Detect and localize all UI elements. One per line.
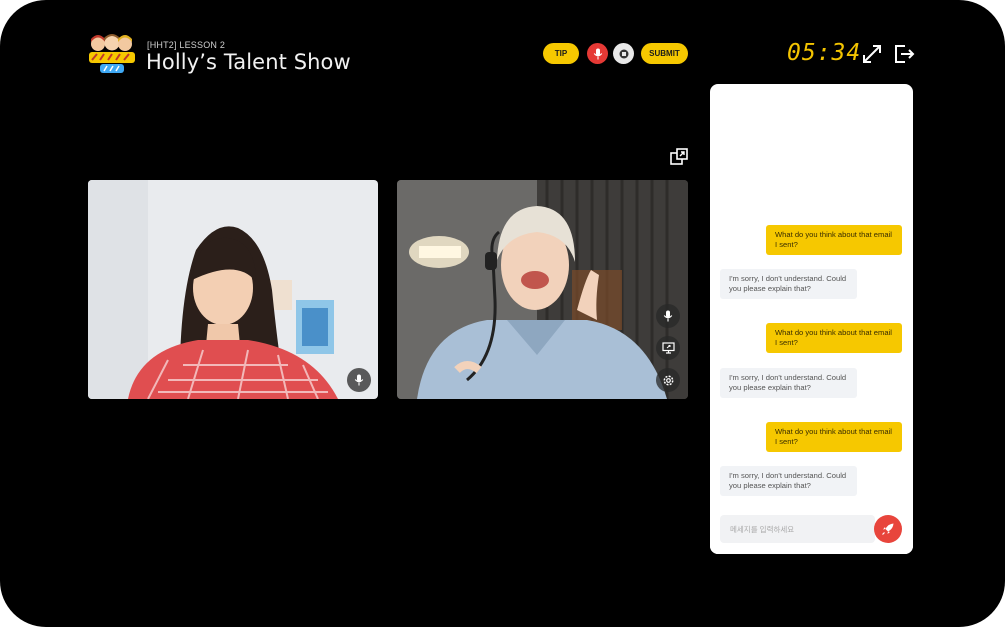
record-mic-button[interactable] (587, 43, 608, 64)
exit-button[interactable] (892, 42, 916, 66)
settings-button[interactable] (656, 368, 680, 392)
pop-out-button[interactable] (669, 147, 689, 167)
page-title: Holly’s Talent Show (146, 50, 351, 74)
screen-share-icon (661, 342, 675, 354)
chat-message-bot: I'm sorry, I don't understand. Could you… (720, 269, 857, 299)
screen-share-button[interactable] (656, 336, 680, 360)
microphone-icon (354, 374, 364, 386)
lesson-tag: [HHT2] LESSON 2 (147, 40, 226, 50)
microphone-icon (663, 310, 673, 322)
fullscreen-button[interactable] (860, 42, 884, 66)
chat-message-bot: I'm sorry, I don't understand. Could you… (720, 368, 857, 398)
countdown-timer: 05:34 (787, 40, 862, 66)
rocket-icon (882, 523, 894, 535)
submit-button[interactable]: SUBMIT (641, 43, 688, 64)
teacher-video-frame (397, 180, 688, 399)
chat-panel: What do you think about that email I sen… (710, 84, 913, 554)
student-mic-button[interactable] (347, 368, 371, 392)
chat-message-user: What do you think about that email I sen… (766, 323, 902, 353)
exit-door-icon (895, 45, 915, 63)
app-window: [HHT2] LESSON 2 Holly’s Talent Show TIP … (0, 0, 1005, 627)
student-video-frame (88, 180, 378, 399)
tip-button[interactable]: TIP (543, 43, 579, 64)
teacher-mic-button[interactable] (656, 304, 680, 328)
teacher-video (397, 180, 688, 399)
student-video (88, 180, 378, 399)
stop-icon (619, 49, 628, 58)
chat-message-user: What do you think about that email I sen… (766, 422, 902, 452)
stop-button[interactable] (613, 43, 634, 64)
gear-icon (663, 375, 673, 385)
chat-message-user: What do you think about that email I sen… (766, 225, 902, 255)
chat-message-bot: I'm sorry, I don't understand. Could you… (720, 466, 857, 496)
holly-hodge-logo (86, 33, 138, 75)
expand-arrows-icon (863, 45, 881, 63)
chat-message-input[interactable]: 메세지를 입력하세요 (720, 515, 875, 543)
microphone-icon (593, 48, 602, 59)
pop-out-icon (670, 148, 688, 165)
send-button[interactable] (874, 515, 902, 543)
